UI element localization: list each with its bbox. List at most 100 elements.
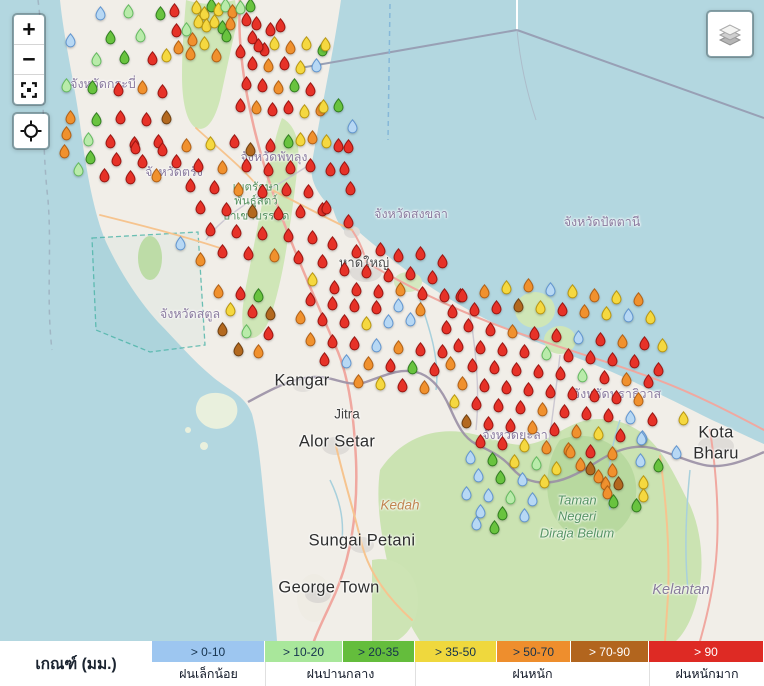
rain-marker[interactable] xyxy=(83,132,94,147)
rain-marker[interactable] xyxy=(123,4,134,19)
rain-marker[interactable] xyxy=(99,168,110,183)
zoom-in-button[interactable]: + xyxy=(14,15,44,45)
rain-marker[interactable] xyxy=(608,494,619,509)
rain-marker[interactable] xyxy=(457,376,468,391)
layers-button[interactable] xyxy=(706,10,754,58)
rain-marker[interactable] xyxy=(505,490,516,505)
rain-marker[interactable] xyxy=(573,330,584,345)
rain-marker[interactable] xyxy=(241,76,252,91)
rain-marker[interactable] xyxy=(539,474,550,489)
rain-marker[interactable] xyxy=(653,458,664,473)
rain-marker[interactable] xyxy=(513,298,524,313)
rain-marker[interactable] xyxy=(321,200,332,215)
rain-marker[interactable] xyxy=(247,204,258,219)
rain-marker[interactable] xyxy=(205,136,216,151)
rain-marker[interactable] xyxy=(95,6,106,21)
rain-marker[interactable] xyxy=(343,139,354,154)
rain-marker[interactable] xyxy=(461,486,472,501)
rain-marker[interactable] xyxy=(265,306,276,321)
rain-marker[interactable] xyxy=(483,416,494,431)
rain-marker[interactable] xyxy=(393,340,404,355)
rain-marker[interactable] xyxy=(327,236,338,251)
rain-marker[interactable] xyxy=(545,384,556,399)
rain-marker[interactable] xyxy=(501,280,512,295)
rain-marker[interactable] xyxy=(383,268,394,283)
rain-marker[interactable] xyxy=(611,290,622,305)
rain-marker[interactable] xyxy=(489,360,500,375)
rain-marker[interactable] xyxy=(209,180,220,195)
rain-marker[interactable] xyxy=(617,334,628,349)
rain-marker[interactable] xyxy=(491,300,502,315)
rain-marker[interactable] xyxy=(537,402,548,417)
rain-marker[interactable] xyxy=(59,144,70,159)
rain-marker[interactable] xyxy=(169,3,180,18)
rain-marker[interactable] xyxy=(407,360,418,375)
rain-marker[interactable] xyxy=(269,36,280,51)
rain-marker[interactable] xyxy=(487,452,498,467)
rain-marker[interactable] xyxy=(157,84,168,99)
rain-marker[interactable] xyxy=(345,181,356,196)
rain-marker[interactable] xyxy=(441,320,452,335)
rain-marker[interactable] xyxy=(105,134,116,149)
rain-marker[interactable] xyxy=(393,298,404,313)
rain-marker[interactable] xyxy=(339,314,350,329)
rain-marker[interactable] xyxy=(173,40,184,55)
rain-marker[interactable] xyxy=(429,362,440,377)
rain-marker[interactable] xyxy=(555,366,566,381)
rain-marker[interactable] xyxy=(501,380,512,395)
rain-marker[interactable] xyxy=(563,348,574,363)
rain-marker[interactable] xyxy=(603,408,614,423)
rain-marker[interactable] xyxy=(541,346,552,361)
rain-marker[interactable] xyxy=(375,376,386,391)
rain-marker[interactable] xyxy=(353,374,364,389)
rain-marker[interactable] xyxy=(351,244,362,259)
rain-marker[interactable] xyxy=(329,280,340,295)
rain-marker[interactable] xyxy=(559,404,570,419)
rain-marker[interactable] xyxy=(257,184,268,199)
rain-marker[interactable] xyxy=(307,272,318,287)
rain-marker[interactable] xyxy=(415,246,426,261)
rain-marker[interactable] xyxy=(347,119,358,134)
rain-marker[interactable] xyxy=(567,386,578,401)
rain-marker[interactable] xyxy=(567,284,578,299)
rain-marker[interactable] xyxy=(601,306,612,321)
rain-marker[interactable] xyxy=(279,56,290,71)
rain-marker[interactable] xyxy=(241,324,252,339)
rain-marker[interactable] xyxy=(285,160,296,175)
rain-marker[interactable] xyxy=(549,422,560,437)
rain-marker[interactable] xyxy=(65,110,76,125)
rain-marker[interactable] xyxy=(305,332,316,347)
rain-marker[interactable] xyxy=(233,182,244,197)
rain-marker[interactable] xyxy=(299,104,310,119)
rain-marker[interactable] xyxy=(137,80,148,95)
rain-marker[interactable] xyxy=(317,254,328,269)
rain-marker[interactable] xyxy=(349,298,360,313)
rain-marker[interactable] xyxy=(607,446,618,461)
rain-marker[interactable] xyxy=(509,454,520,469)
rain-marker[interactable] xyxy=(269,248,280,263)
rain-marker[interactable] xyxy=(273,206,284,221)
rain-marker[interactable] xyxy=(589,288,600,303)
rain-marker[interactable] xyxy=(307,130,318,145)
rain-marker[interactable] xyxy=(515,400,526,415)
rain-marker[interactable] xyxy=(327,296,338,311)
rain-marker[interactable] xyxy=(213,284,224,299)
rain-marker[interactable] xyxy=(147,51,158,66)
rain-marker[interactable] xyxy=(161,48,172,63)
rain-marker[interactable] xyxy=(657,338,668,353)
rain-marker[interactable] xyxy=(91,112,102,127)
rain-marker[interactable] xyxy=(393,248,404,263)
rain-marker[interactable] xyxy=(607,352,618,367)
rain-marker[interactable] xyxy=(305,292,316,307)
rain-marker[interactable] xyxy=(595,332,606,347)
rain-marker[interactable] xyxy=(257,78,268,93)
rain-marker[interactable] xyxy=(305,82,316,97)
rain-marker[interactable] xyxy=(281,182,292,197)
rain-marker[interactable] xyxy=(327,334,338,349)
rain-marker[interactable] xyxy=(361,316,372,331)
rain-marker[interactable] xyxy=(497,342,508,357)
locate-button[interactable] xyxy=(12,112,50,150)
rain-marker[interactable] xyxy=(113,82,124,97)
rain-marker[interactable] xyxy=(141,112,152,127)
rain-marker[interactable] xyxy=(343,214,354,229)
